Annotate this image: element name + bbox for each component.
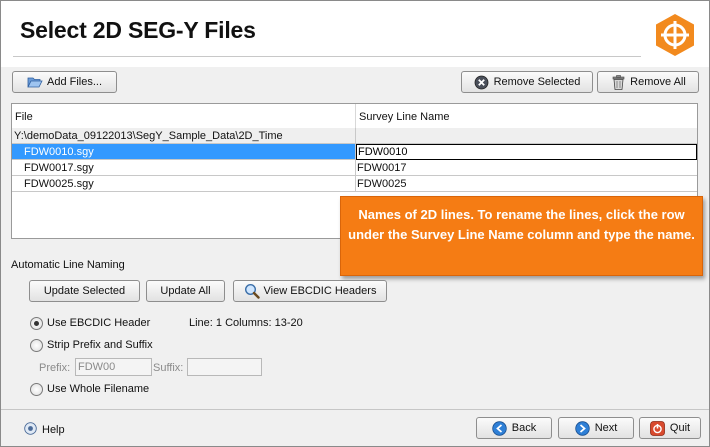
table-row[interactable]: FDW0025.sgy FDW0025	[12, 176, 697, 192]
table-row[interactable]: FDW0010.sgy	[12, 144, 697, 160]
column-header-file[interactable]: File	[12, 104, 356, 128]
remove-circle-icon	[474, 74, 490, 90]
strip-prefix-suffix-label[interactable]: Strip Prefix and Suffix	[47, 339, 153, 351]
survey-line-name-input[interactable]	[356, 144, 697, 160]
column-header-survey-line-name[interactable]: Survey Line Name	[356, 104, 697, 128]
remove-all-button[interactable]: Remove All	[597, 71, 699, 93]
page-title: Select 2D SEG-Y Files	[20, 17, 256, 43]
quit-label: Quit	[669, 422, 691, 434]
use-whole-filename-radio[interactable]	[30, 383, 43, 396]
power-icon	[650, 420, 666, 436]
remove-selected-button[interactable]: Remove Selected	[461, 71, 593, 93]
update-selected-button[interactable]: Update Selected	[29, 280, 140, 302]
arrow-left-circle-icon	[492, 420, 508, 436]
table-row[interactable]: FDW0017.sgy FDW0017	[12, 160, 697, 176]
group-path: Y:\demoData_09122013\SegY_Sample_Data\2D…	[12, 128, 356, 144]
help-icon	[24, 422, 37, 438]
file-cell[interactable]: FDW0010.sgy	[12, 144, 356, 160]
suffix-label: Suffix:	[153, 362, 184, 374]
help-link[interactable]: Help	[24, 422, 65, 438]
update-selected-label: Update Selected	[43, 285, 126, 297]
update-all-button[interactable]: Update All	[146, 280, 225, 302]
use-ebcdic-header-label[interactable]: Use EBCDIC Header	[47, 317, 150, 329]
quit-button[interactable]: Quit	[639, 417, 701, 439]
file-cell[interactable]: FDW0025.sgy	[12, 176, 356, 192]
ebcdic-line-columns-info: Line: 1 Columns: 13-20	[189, 317, 303, 329]
prefix-label: Prefix:	[39, 362, 71, 374]
table-header: File Survey Line Name	[12, 104, 697, 129]
update-all-label: Update All	[160, 285, 211, 297]
folder-open-icon	[27, 74, 43, 90]
add-files-button[interactable]: Add Files...	[12, 71, 117, 93]
help-label: Help	[42, 424, 65, 436]
wizard-window: Select 2D SEG-Y Files Add Files... Remov…	[0, 0, 710, 447]
header-divider	[13, 56, 641, 57]
group-survey-cell	[356, 128, 697, 144]
back-label: Back	[511, 422, 537, 434]
strip-prefix-suffix-radio[interactable]	[30, 339, 43, 352]
header: Select 2D SEG-Y Files	[1, 1, 709, 67]
add-files-label: Add Files...	[46, 76, 103, 88]
crosshair-hexagon-logo	[656, 14, 694, 56]
use-whole-filename-label[interactable]: Use Whole Filename	[47, 383, 149, 395]
survey-line-name-cell[interactable]: FDW0025	[356, 176, 697, 192]
next-label: Next	[594, 422, 618, 434]
remove-selected-label: Remove Selected	[493, 76, 581, 88]
back-button[interactable]: Back	[476, 417, 552, 439]
next-button[interactable]: Next	[558, 417, 634, 439]
automatic-line-naming-label: Automatic Line Naming	[11, 259, 125, 271]
remove-all-label: Remove All	[630, 76, 686, 88]
table-group-row[interactable]: Y:\demoData_09122013\SegY_Sample_Data\2D…	[12, 128, 697, 144]
suffix-input[interactable]	[187, 358, 262, 376]
prefix-input[interactable]	[75, 358, 152, 376]
magnifier-icon	[244, 283, 260, 299]
arrow-right-circle-icon	[575, 420, 591, 436]
use-ebcdic-header-radio[interactable]	[30, 317, 43, 330]
file-cell[interactable]: FDW0017.sgy	[12, 160, 356, 176]
view-ebcdic-headers-label: View EBCDIC Headers	[263, 285, 377, 297]
view-ebcdic-headers-button[interactable]: View EBCDIC Headers	[233, 280, 387, 302]
footer-divider	[1, 409, 709, 410]
trash-can-icon	[610, 74, 626, 90]
survey-line-name-cell[interactable]: FDW0017	[356, 160, 697, 176]
instruction-callout: Names of 2D lines. To rename the lines, …	[340, 196, 703, 276]
